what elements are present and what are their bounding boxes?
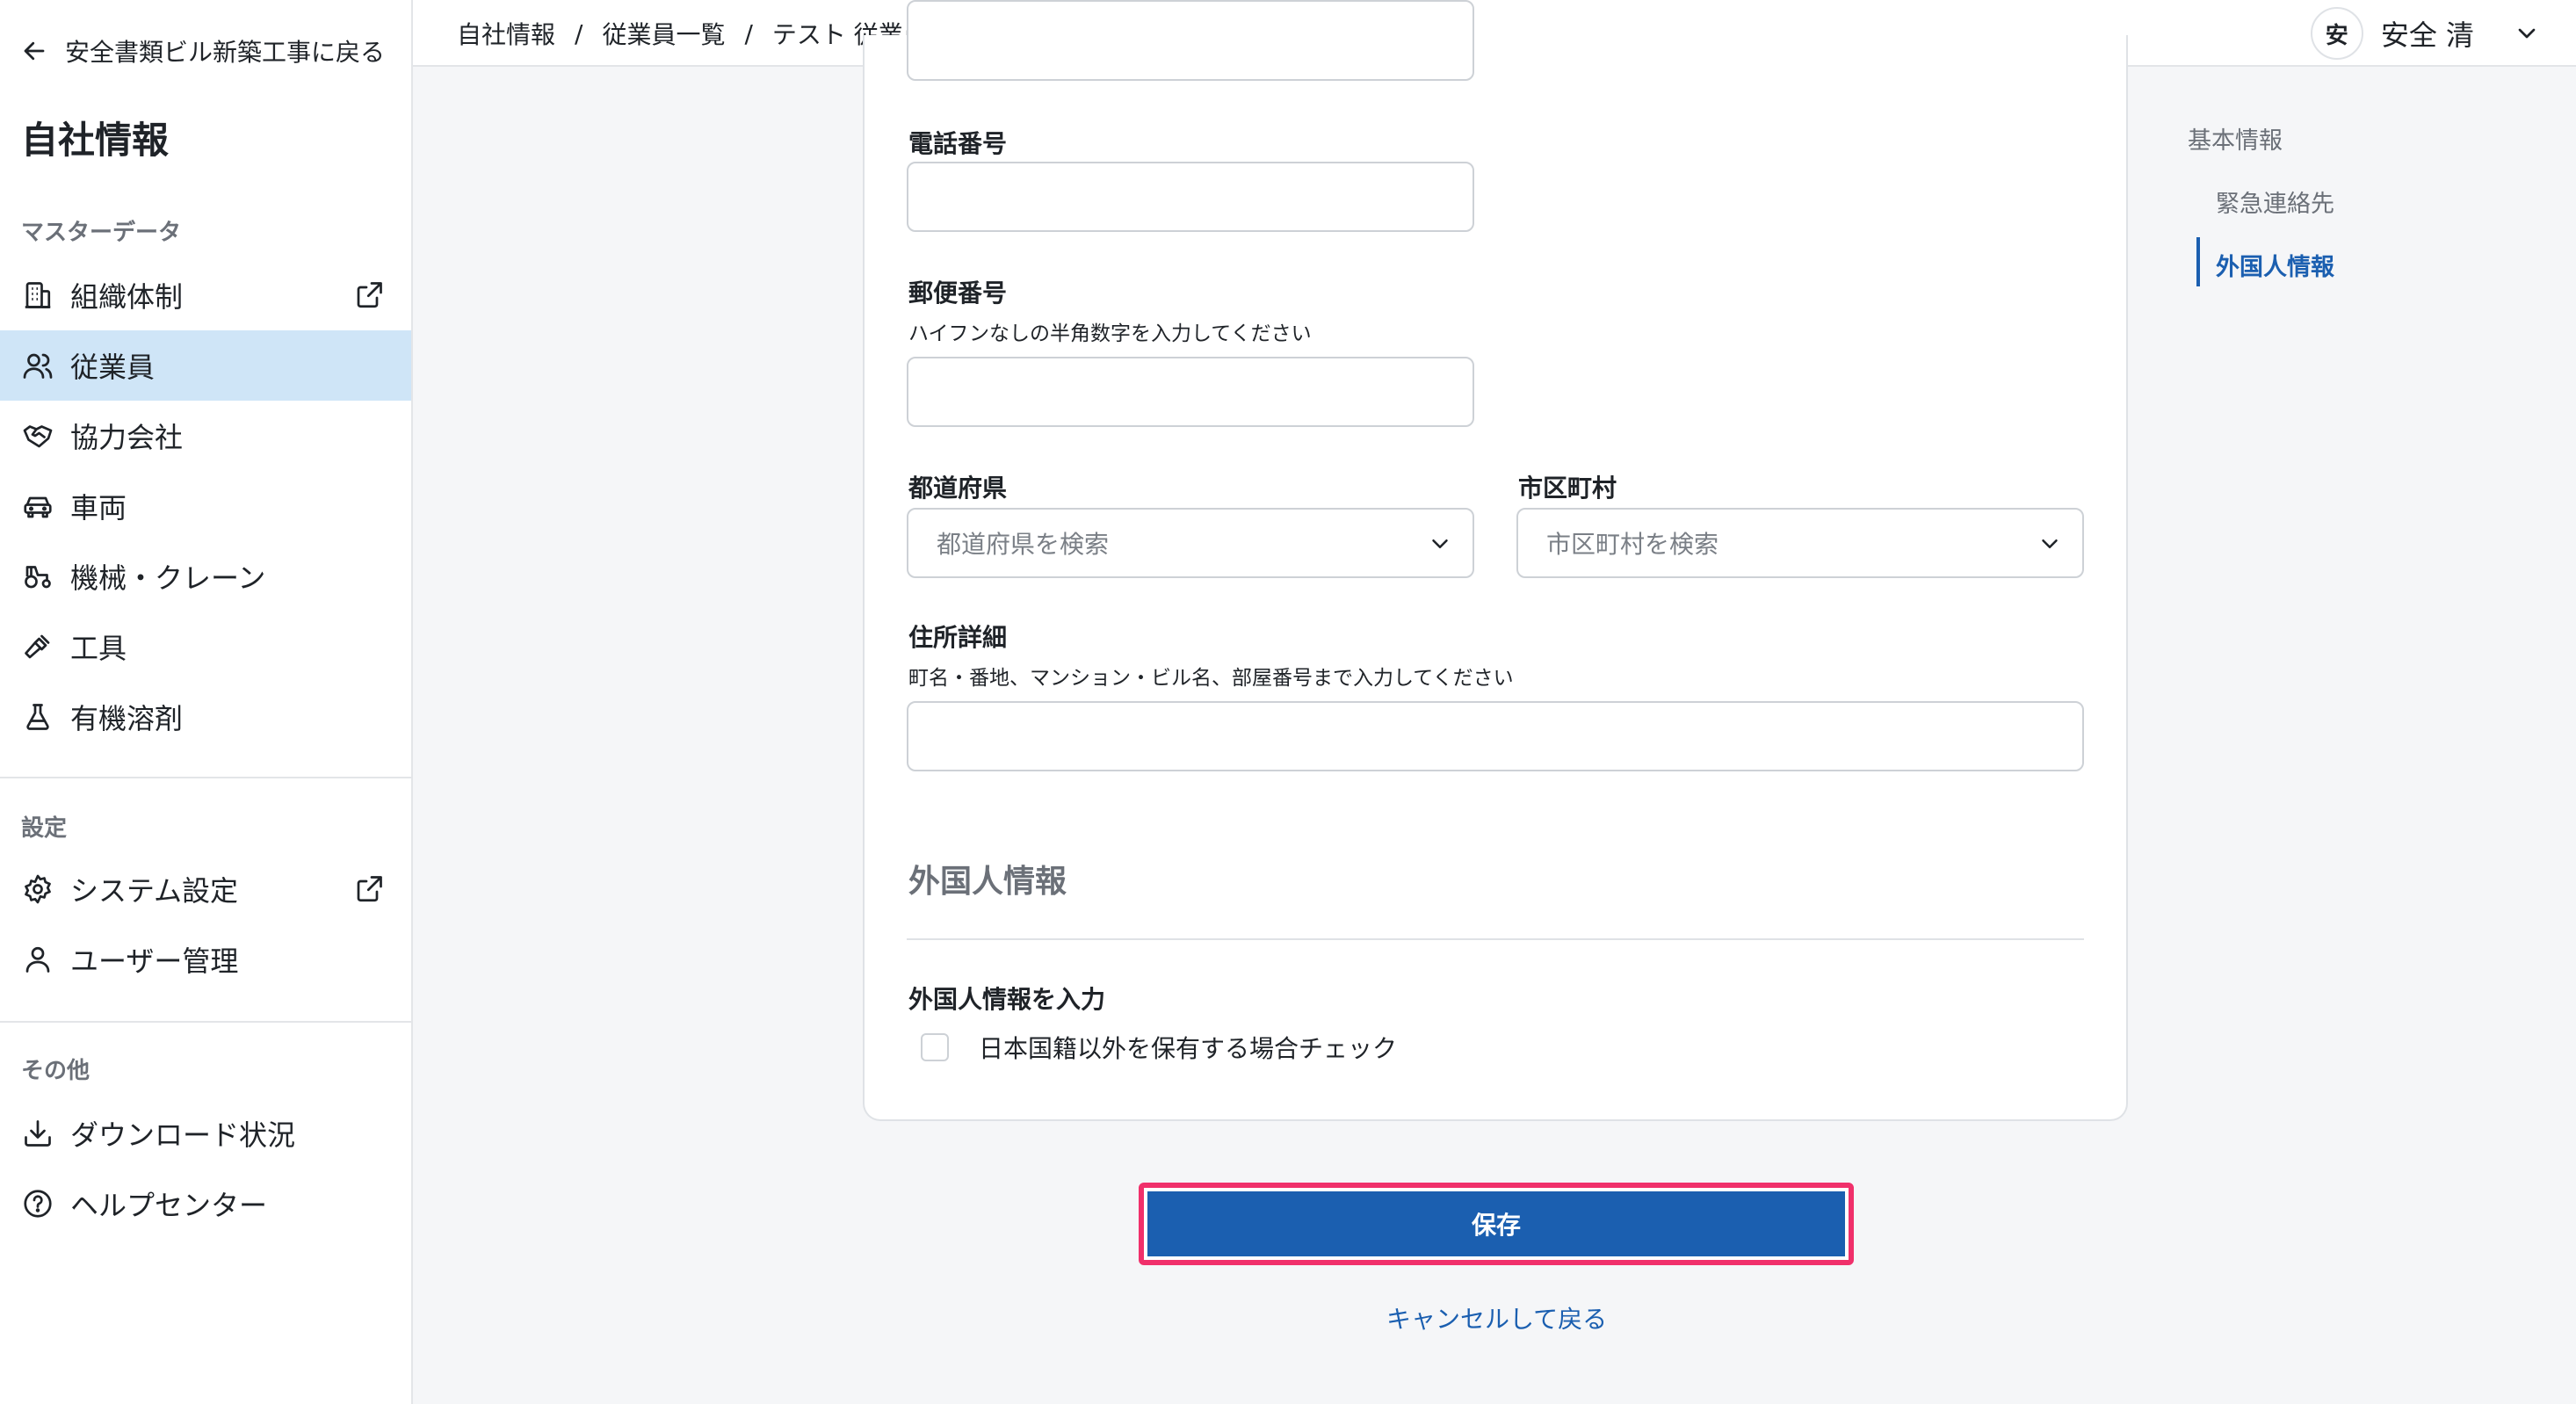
address-detail-label: 住所詳細 xyxy=(908,623,1008,652)
sidebar-item-label: 車両 xyxy=(70,491,127,525)
section-label-other: その他 xyxy=(21,1058,90,1084)
gear-icon xyxy=(21,872,54,906)
sidebar-item-label: ヘルプセンター xyxy=(70,1189,268,1222)
employee-form-card: 電話番号 郵便番号 ハイフンなしの半角数字を入力してください 都道府県 都道府県… xyxy=(863,0,2128,1121)
prefecture-placeholder: 都道府県を検索 xyxy=(937,530,1110,559)
foreign-info-section-title: 外国人情報 xyxy=(908,864,1067,900)
hammer-icon xyxy=(21,630,54,663)
sidebar: 安全書類ビル新築工事に戻る 自社情報 マスターデータ 組織体制 従業員 協力会社… xyxy=(0,0,413,1404)
sidebar-item-downloads[interactable]: ダウンロード状況 xyxy=(0,1098,411,1169)
city-placeholder: 市区町村を検索 xyxy=(1546,530,1719,559)
back-link[interactable]: 安全書類ビル新築工事に戻る xyxy=(21,33,385,69)
foreign-nationality-checkbox[interactable] xyxy=(921,1033,949,1061)
sidebar-item-label: 従業員 xyxy=(70,351,156,384)
sidebar-title: 自社情報 xyxy=(21,119,170,162)
external-link-icon xyxy=(357,282,382,308)
sidebar-item-help[interactable]: ヘルプセンター xyxy=(0,1169,411,1239)
anchor-active-indicator xyxy=(2196,237,2200,286)
address-detail-hint: 町名・番地、マンション・ビル名、部屋番号まで入力してください xyxy=(908,667,1514,690)
chevron-down-icon xyxy=(2042,539,2058,548)
phone-input[interactable] xyxy=(907,162,1474,232)
chevron-down-icon xyxy=(2518,28,2536,39)
avatar: 安 xyxy=(2310,7,2363,60)
org-chart-icon xyxy=(21,279,54,312)
sidebar-item-label: ダウンロード状況 xyxy=(70,1118,296,1152)
city-label: 市区町村 xyxy=(1518,474,1617,503)
prefecture-label: 都道府県 xyxy=(908,474,1008,503)
chevron-down-icon xyxy=(1432,539,1448,548)
sidebar-item-label: 工具 xyxy=(70,632,127,665)
sidebar-item-label: 協力会社 xyxy=(70,421,184,454)
postal-code-input[interactable] xyxy=(907,357,1474,427)
foreign-nationality-checkbox-label[interactable]: 日本国籍以外を保有する場合チェック xyxy=(979,1030,1397,1065)
sidebar-item-system-settings[interactable]: システム設定 xyxy=(0,854,411,924)
sidebar-item-label: システム設定 xyxy=(70,874,239,908)
section-label-settings: 設定 xyxy=(21,815,68,842)
external-link-icon xyxy=(357,876,382,902)
sidebar-item-tools[interactable]: 工具 xyxy=(0,612,411,682)
sidebar-item-machinery[interactable]: 機械・クレーン xyxy=(0,541,411,612)
sidebar-item-label: 組織体制 xyxy=(70,280,184,314)
breadcrumb-separator: / xyxy=(575,18,583,48)
sidebar-item-vehicles[interactable]: 車両 xyxy=(0,471,411,541)
sidebar-item-solvents[interactable]: 有機溶剤 xyxy=(0,682,411,752)
cancel-link[interactable]: キャンセルして戻る xyxy=(1386,1300,1607,1335)
handshake-icon xyxy=(21,419,54,452)
section-divider xyxy=(907,938,2084,940)
sidebar-item-employees[interactable]: 従業員 xyxy=(0,330,411,401)
address-detail-input[interactable] xyxy=(907,701,2084,771)
user-menu[interactable]: 安 安全 清 xyxy=(2310,7,2541,60)
prefecture-select[interactable]: 都道府県を検索 xyxy=(907,508,1474,578)
sidebar-item-label: 有機溶剤 xyxy=(70,702,184,735)
anchor-foreign-info[interactable]: 外国人情報 xyxy=(2216,248,2334,282)
sidebar-item-label: 機械・クレーン xyxy=(70,561,266,595)
postal-code-hint: ハイフンなしの半角数字を入力してください xyxy=(908,322,1312,345)
sidebar-item-partners[interactable]: 協力会社 xyxy=(0,401,411,471)
anchor-emergency-contact[interactable]: 緊急連絡先 xyxy=(2216,185,2334,219)
breadcrumb-separator: / xyxy=(744,18,753,48)
anchor-basic-info[interactable]: 基本情報 xyxy=(2188,121,2283,156)
help-icon xyxy=(21,1187,54,1220)
sidebar-item-label: ユーザー管理 xyxy=(70,944,239,978)
foreign-info-input-label: 外国人情報を入力 xyxy=(908,985,1106,1014)
user-icon xyxy=(21,943,54,976)
city-select[interactable]: 市区町村を検索 xyxy=(1516,508,2084,578)
previous-field-input[interactable] xyxy=(907,0,1474,81)
breadcrumb-item-company[interactable]: 自社情報 xyxy=(457,16,555,51)
section-label-master: マスターデータ xyxy=(21,220,182,246)
flask-icon xyxy=(21,700,54,734)
breadcrumb-item-employee-list[interactable]: 従業員一覧 xyxy=(602,16,725,51)
save-button-highlight: 保存 xyxy=(1139,1183,1854,1265)
postal-code-label: 郵便番号 xyxy=(908,279,1008,308)
user-name: 安全 清 xyxy=(2380,18,2474,52)
users-icon xyxy=(21,349,54,382)
tractor-icon xyxy=(21,560,54,593)
back-link-label: 安全書類ビル新築工事に戻る xyxy=(65,38,386,67)
sidebar-item-organization[interactable]: 組織体制 xyxy=(0,260,411,330)
save-button[interactable]: 保存 xyxy=(1147,1191,1845,1256)
sidebar-item-user-management[interactable]: ユーザー管理 xyxy=(0,924,411,995)
car-icon xyxy=(21,489,54,523)
download-icon xyxy=(21,1117,54,1150)
sidebar-divider xyxy=(0,777,411,778)
phone-label: 電話番号 xyxy=(908,129,1008,158)
arrow-left-icon xyxy=(24,41,45,61)
sidebar-divider xyxy=(0,1021,411,1023)
